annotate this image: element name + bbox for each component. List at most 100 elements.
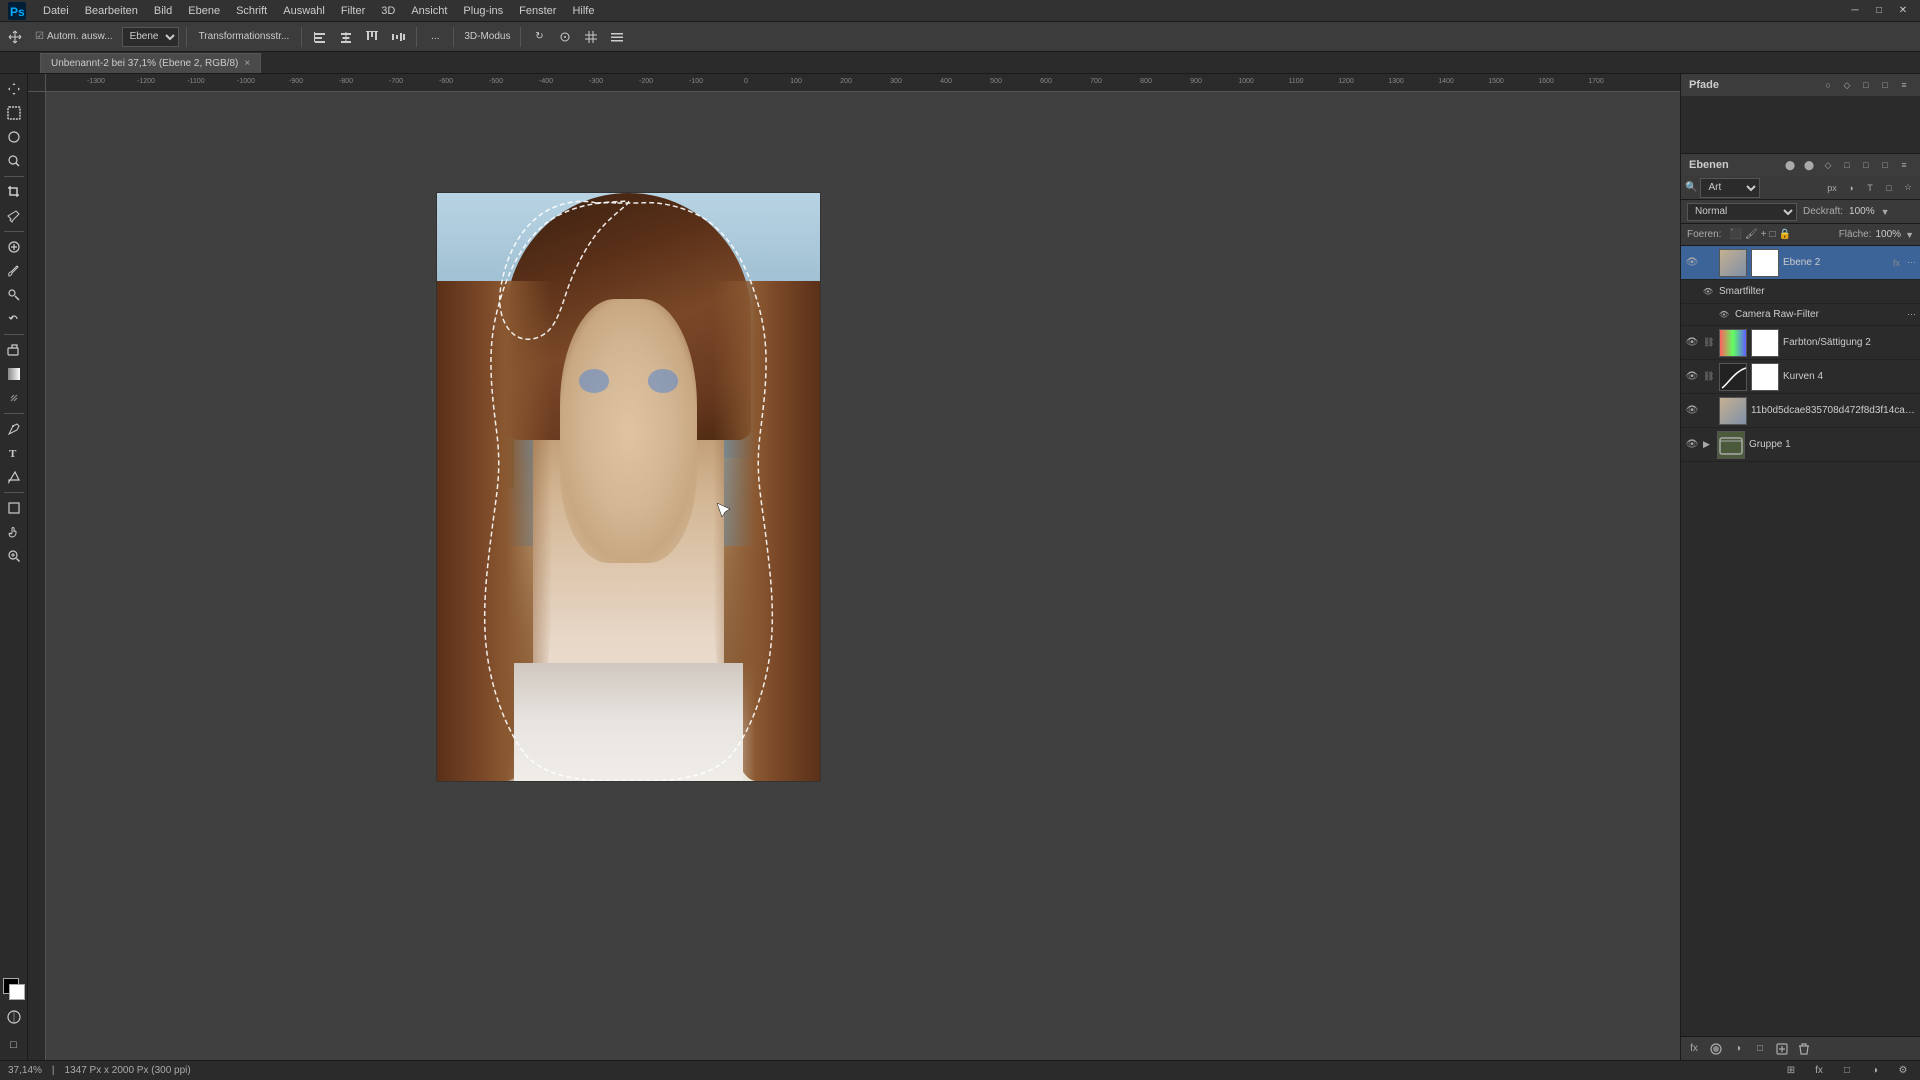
grid-btn[interactable] [580,26,602,48]
layer-group-btn[interactable]: □ [1751,1040,1769,1058]
layer-visibility-ebene2[interactable]: 👁 [1685,256,1699,270]
paths-panel-btn1[interactable]: ○ [1820,77,1836,93]
blur-tool[interactable] [3,387,25,409]
auto-select-toggle[interactable]: ☑ Autom. ausw... [30,26,118,48]
align-top-btn[interactable] [361,26,383,48]
filter-text-btn[interactable]: T [1862,180,1878,196]
screen-mode-btn[interactable]: □ [3,1034,25,1056]
close-button[interactable]: ✕ [1892,0,1914,22]
filter-smart-btn[interactable]: ☆ [1900,180,1916,196]
menu-ebene[interactable]: Ebene [181,3,227,19]
status-fx-btn[interactable]: fx [1810,1062,1828,1080]
menu-datei[interactable]: Datei [36,3,76,19]
filter-px-btn[interactable]: px [1824,180,1840,196]
fill-value[interactable]: 100% [1876,229,1902,240]
status-settings-btn[interactable]: ⚙ [1894,1062,1912,1080]
more-options-btn[interactable]: ... [424,26,446,48]
layer-delete-btn[interactable] [1795,1040,1813,1058]
layer-visibility-long[interactable]: 👁 [1685,404,1699,418]
rotate-btn[interactable]: ↻ [528,26,550,48]
menu-plugins[interactable]: Plug-ins [456,3,510,19]
layers-panel-icon6[interactable]: □ [1877,157,1893,173]
quick-selection-tool[interactable] [3,150,25,172]
menu-3d[interactable]: 3D [374,3,402,19]
layer-filter-select[interactable]: Art [1700,178,1760,198]
status-new-layer-btn[interactable]: □ [1838,1062,1856,1080]
layer-fx-btn[interactable]: fx [1685,1040,1703,1058]
lock-image-icon[interactable]: 🖌 [1745,229,1758,240]
filter-shape-btn[interactable]: □ [1881,180,1897,196]
photo-canvas[interactable] [436,192,821,782]
move-tool[interactable] [3,78,25,100]
quick-mask-btn[interactable] [3,1006,25,1028]
pen-tool[interactable] [3,418,25,440]
status-mask-btn[interactable]: ◑ [1866,1062,1884,1080]
eraser-tool[interactable] [3,339,25,361]
layers-panel-menu[interactable]: ≡ [1896,157,1912,173]
menu-filter[interactable]: Filter [334,3,372,19]
group-expand-gruppe1[interactable]: ▶ [1703,439,1713,450]
minimize-button[interactable]: ─ [1844,0,1866,22]
layer-visibility-camera-raw[interactable]: 👁 [1717,308,1731,322]
menu-hilfe[interactable]: Hilfe [565,3,601,19]
eyedropper-tool[interactable] [3,205,25,227]
layers-panel-icon2[interactable]: ⬤ [1801,157,1817,173]
canvas-area[interactable]: -1300 -1200 -1100 -1000 -900 -800 -700 -… [28,74,1680,1060]
layer-item-farbton2[interactable]: 👁 ⛓ Farbton/Sättigung 2 [1681,326,1920,360]
layers-panel-icon5[interactable]: □ [1858,157,1874,173]
layer-adjustment-btn[interactable]: ◑ [1729,1040,1747,1058]
heal-tool[interactable] [3,236,25,258]
extras-btn[interactable] [606,26,628,48]
align-left-btn[interactable] [309,26,331,48]
lock-artboard-icon[interactable]: □ [1769,229,1775,240]
lock-position-icon[interactable]: + [1761,229,1767,240]
layer-visibility-smartfilter[interactable]: 👁 [1701,285,1715,299]
filter-adj-btn[interactable]: ◑ [1843,180,1859,196]
brush-tool[interactable] [3,260,25,282]
align-center-btn[interactable] [335,26,357,48]
layer-mask-btn[interactable] [1707,1040,1725,1058]
tab-close-btn[interactable]: × [244,58,250,69]
layer-visibility-farbton2[interactable]: 👁 [1685,336,1699,350]
menu-bearbeiten[interactable]: Bearbeiten [78,3,145,19]
layer-item-kurven4[interactable]: 👁 ⛓ Kurven 4 [1681,360,1920,394]
layer-new-btn[interactable] [1773,1040,1791,1058]
align-distribute-btn[interactable] [387,26,409,48]
path-select-tool[interactable] [3,466,25,488]
gradient-tool[interactable] [3,363,25,385]
lasso-tool[interactable] [3,126,25,148]
paths-panel-btn2[interactable]: ◇ [1839,77,1855,93]
menu-fenster[interactable]: Fenster [512,3,563,19]
opacity-value[interactable]: 100% [1849,206,1875,217]
move-tool-options[interactable] [4,26,26,48]
menu-auswahl[interactable]: Auswahl [276,3,332,19]
menu-schrift[interactable]: Schrift [229,3,274,19]
shape-tool[interactable] [3,497,25,519]
layer-item-ebene2[interactable]: 👁 Ebene 2 fx ⋯ [1681,246,1920,280]
transform-controls-toggle[interactable]: Transformationsstr... [194,26,295,48]
clone-stamp-tool[interactable] [3,284,25,306]
layer-item-smartfilter[interactable]: 👁 Smartfilter [1681,280,1920,304]
history-brush-tool[interactable] [3,308,25,330]
layer-item-long[interactable]: 👁 11b0d5dcae835708d472f8d3f14ca4c7 [1681,394,1920,428]
hand-tool[interactable] [3,521,25,543]
document-tab[interactable]: Unbenannt-2 bei 37,1% (Ebene 2, RGB/8) × [40,53,261,73]
layers-panel-icon3[interactable]: ◇ [1820,157,1836,173]
layers-panel-icon4[interactable]: □ [1839,157,1855,173]
crop-tool[interactable] [3,181,25,203]
layer-item-camera-raw[interactable]: 👁 Camera Raw-Filter ⋯ [1681,304,1920,326]
paths-panel-btn5[interactable]: ≡ [1896,77,1912,93]
layer-visibility-gruppe1[interactable]: 👁 [1685,438,1699,452]
menu-ansicht[interactable]: Ansicht [404,3,454,19]
snap-btn[interactable] [554,26,576,48]
layers-panel-icon1[interactable]: ⬤ [1782,157,1798,173]
layer-visibility-kurven4[interactable]: 👁 [1685,370,1699,384]
text-tool[interactable]: T [3,442,25,464]
layer-item-gruppe1[interactable]: 👁 ▶ Gruppe 1 [1681,428,1920,462]
paths-panel-btn4[interactable]: □ [1877,77,1893,93]
menu-bild[interactable]: Bild [147,3,179,19]
paths-panel-btn3[interactable]: □ [1858,77,1874,93]
canvas-content[interactable] [46,92,1680,1060]
status-grid-btn[interactable]: ⊞ [1782,1062,1800,1080]
zoom-tool[interactable] [3,545,25,567]
